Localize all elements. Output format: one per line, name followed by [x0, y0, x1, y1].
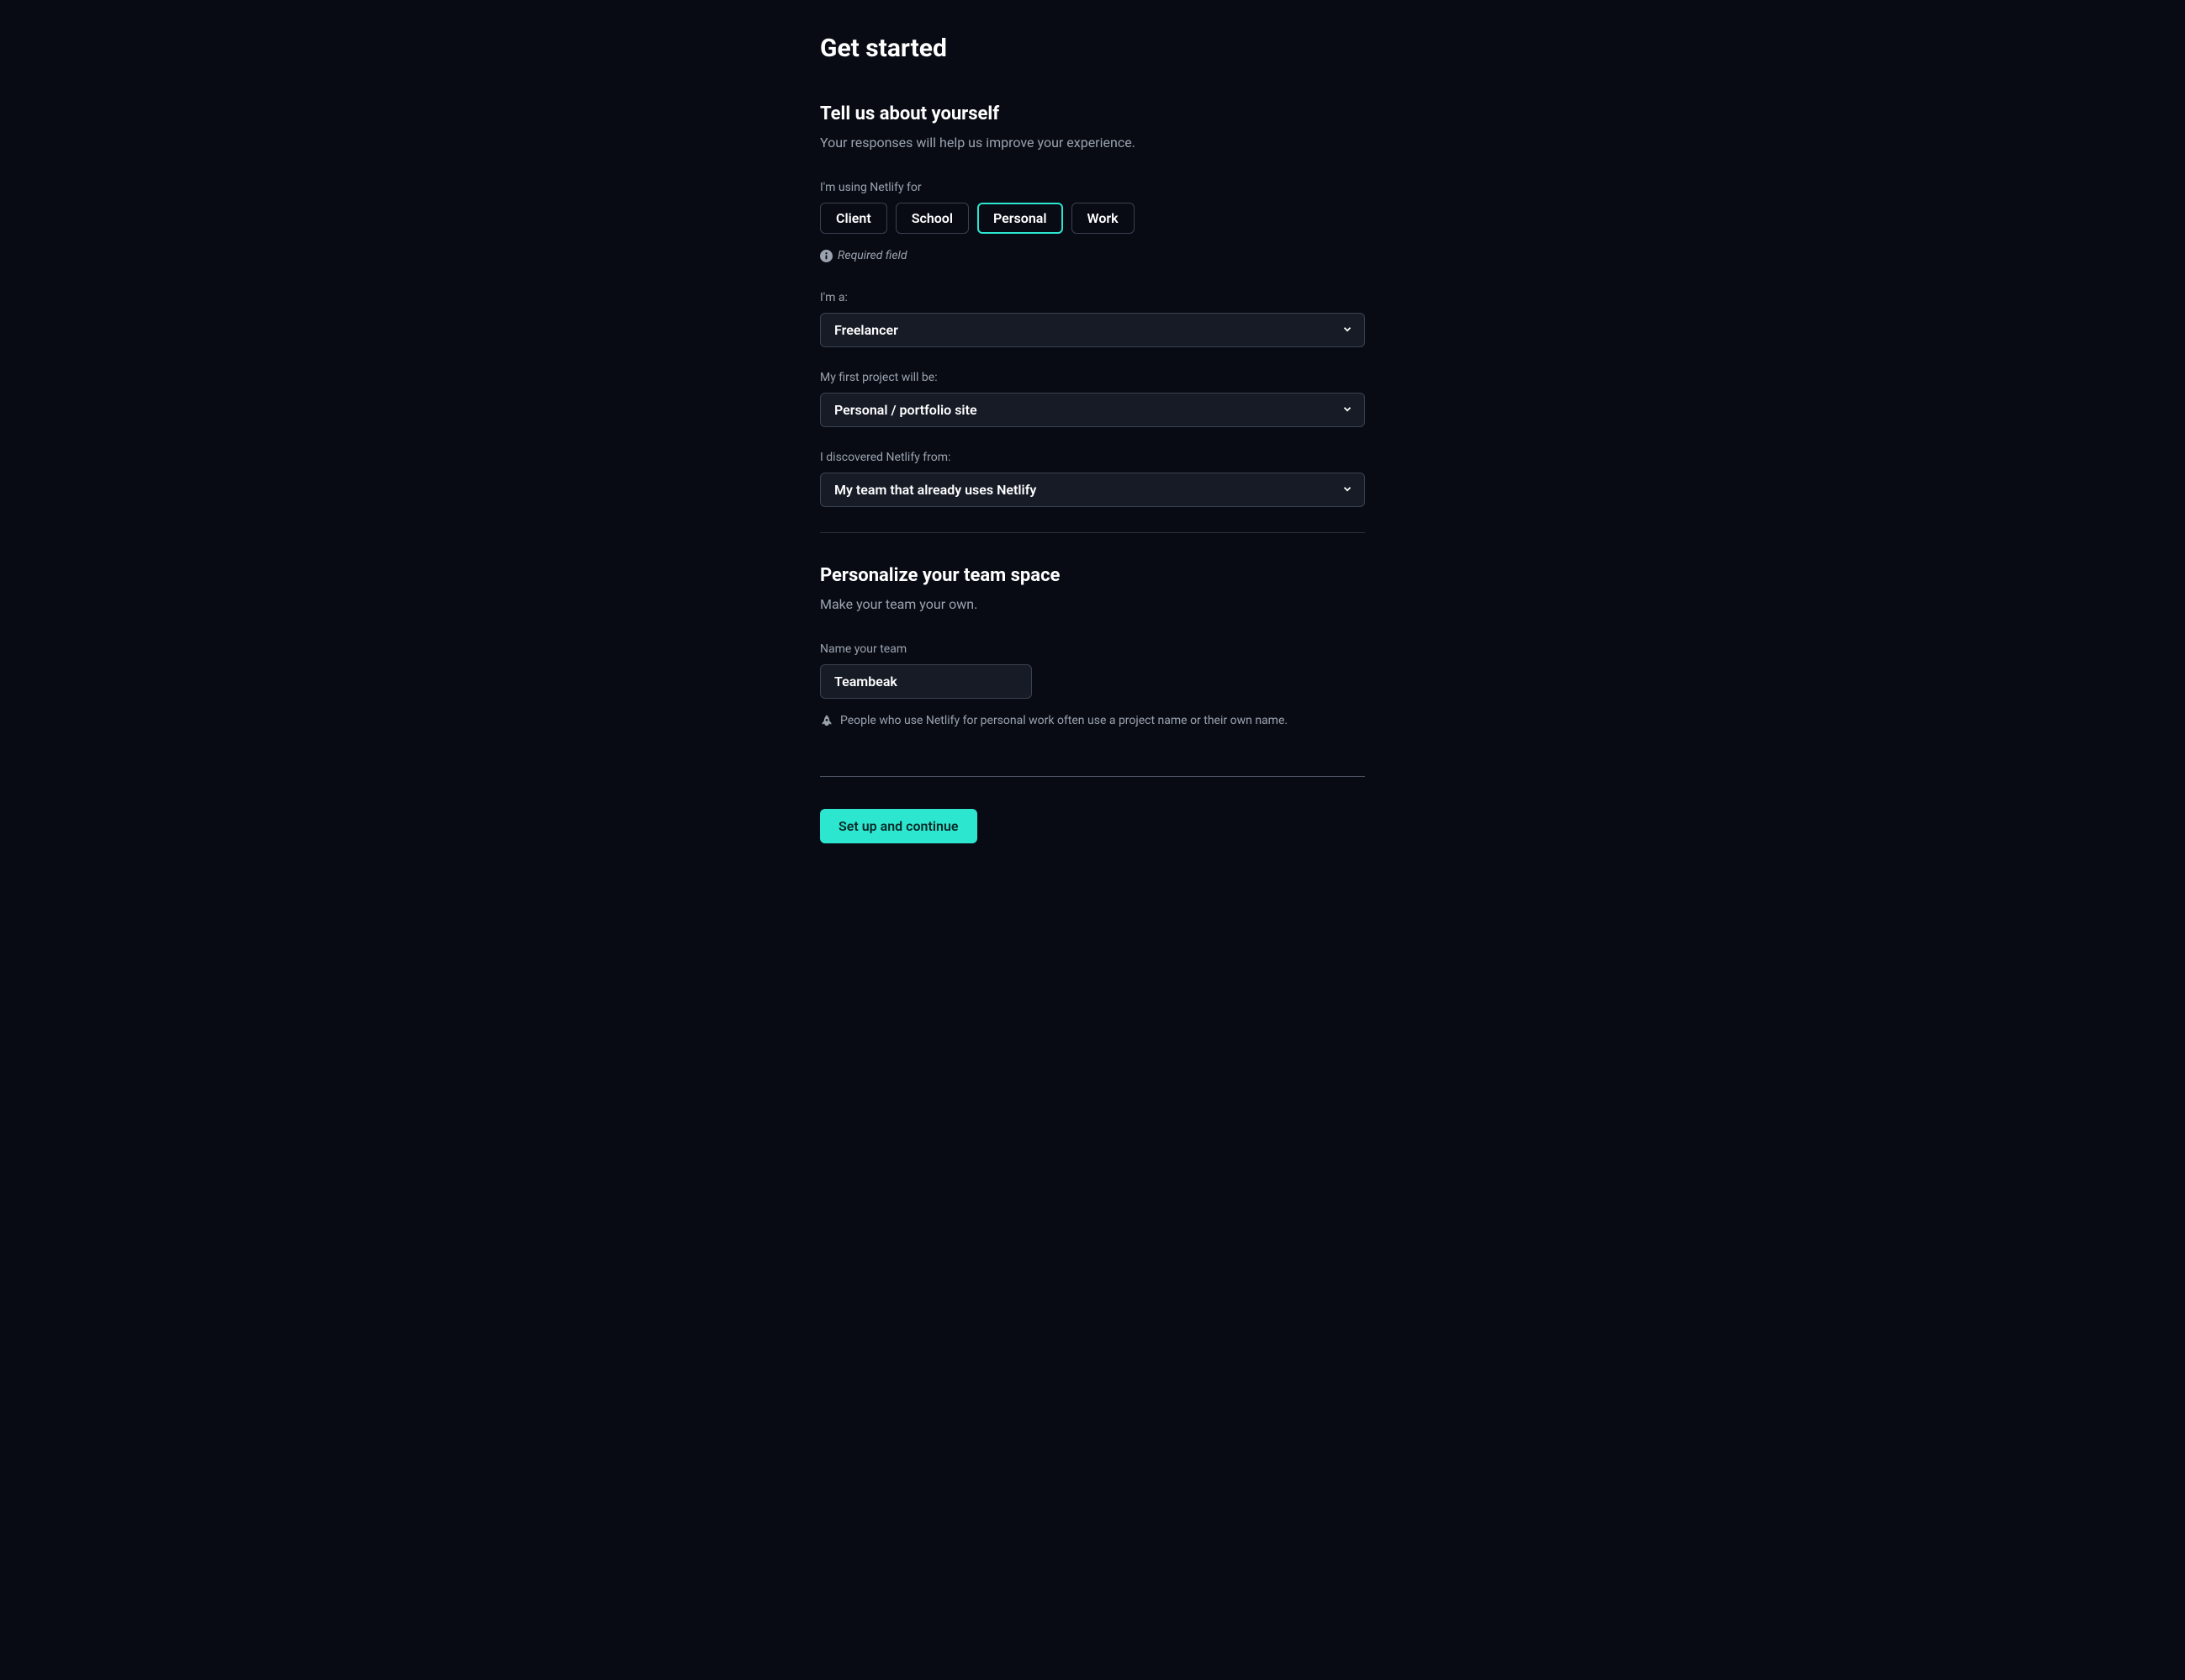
team-name-hint-text: People who use Netlify for personal work…	[840, 714, 1288, 727]
required-field-note: Required field	[820, 249, 1365, 262]
usage-option-school[interactable]: School	[896, 203, 969, 234]
required-field-text: Required field	[838, 249, 907, 262]
project-select[interactable]: Personal / portfolio site	[820, 393, 1365, 427]
page-title: Get started	[820, 34, 1365, 63]
setup-continue-button[interactable]: Set up and continue	[820, 809, 977, 843]
usage-radio-group: Client School Personal Work	[820, 203, 1365, 234]
role-select[interactable]: Freelancer	[820, 313, 1365, 347]
project-label: My first project will be:	[820, 371, 1365, 384]
rocket-icon	[820, 714, 833, 727]
role-label: I'm a:	[820, 291, 1365, 304]
section-divider	[820, 532, 1365, 533]
info-icon	[820, 250, 833, 262]
discovery-field: I discovered Netlify from: My team that …	[820, 451, 1365, 507]
section-about-subtitle: Your responses will help us improve your…	[820, 135, 1365, 151]
usage-option-personal[interactable]: Personal	[977, 203, 1063, 234]
usage-field: I'm using Netlify for Client School Pers…	[820, 181, 1365, 262]
team-name-label: Name your team	[820, 642, 1365, 656]
usage-label: I'm using Netlify for	[820, 181, 1365, 194]
section-about-title: Tell us about yourself	[820, 103, 1365, 124]
discovery-label: I discovered Netlify from:	[820, 451, 1365, 464]
role-field: I'm a: Freelancer	[820, 291, 1365, 347]
form-bottom-divider	[820, 776, 1365, 777]
section-team-subtitle: Make your team your own.	[820, 596, 1365, 612]
project-field: My first project will be: Personal / por…	[820, 371, 1365, 427]
discovery-select[interactable]: My team that already uses Netlify	[820, 473, 1365, 507]
section-team-title: Personalize your team space	[820, 565, 1365, 586]
onboarding-form: Get started Tell us about yourself Your …	[820, 34, 1365, 843]
usage-option-client[interactable]: Client	[820, 203, 887, 234]
team-name-field: Name your team People who use Netlify fo…	[820, 642, 1365, 727]
team-name-hint: People who use Netlify for personal work…	[820, 714, 1365, 727]
team-name-input[interactable]	[820, 664, 1032, 699]
usage-option-work[interactable]: Work	[1071, 203, 1135, 234]
